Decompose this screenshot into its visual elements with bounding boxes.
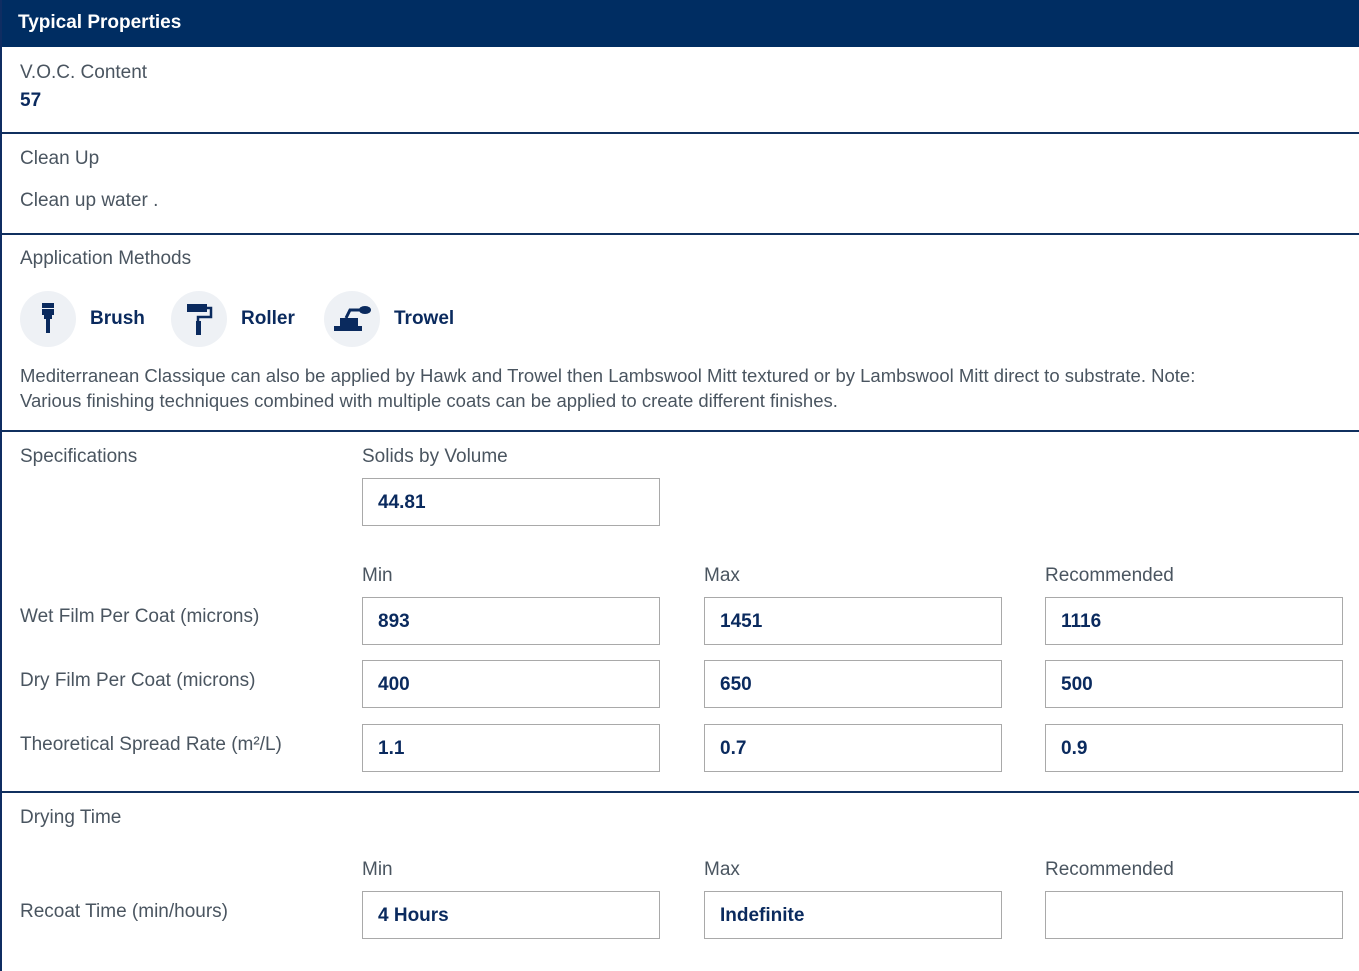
brush-icon: [20, 291, 76, 347]
spec-col-recommended: Recommended: [1045, 565, 1174, 586]
spec-row-label: Dry Film Per Coat (microns): [20, 670, 256, 691]
dry-film-min-field[interactable]: 400: [362, 660, 660, 708]
drying-col-max: Max: [704, 859, 740, 880]
spread-rate-recommended-field[interactable]: 0.9: [1045, 724, 1343, 772]
specifications-section: Specifications Solids by Volume 44.81 Mi…: [2, 430, 1359, 791]
method-trowel: Trowel: [324, 291, 454, 347]
spec-row-label: Wet Film Per Coat (microns): [20, 606, 260, 627]
spec-col-max: Max: [704, 565, 740, 586]
solids-field[interactable]: 44.81: [362, 478, 660, 526]
method-trowel-label: Trowel: [394, 308, 455, 329]
wet-film-min-field[interactable]: 893: [362, 597, 660, 645]
roller-icon: [171, 291, 227, 347]
drying-label: Drying Time: [20, 807, 122, 828]
solids-label: Solids by Volume: [362, 446, 508, 467]
recoat-max-field[interactable]: Indefinite: [704, 891, 1002, 939]
method-roller-label: Roller: [241, 308, 295, 329]
application-note: Mediterranean Classique can also be appl…: [20, 363, 1350, 413]
drying-col-recommended: Recommended: [1045, 859, 1174, 880]
spread-rate-max-field[interactable]: 0.7: [704, 724, 1002, 772]
recoat-time-label: Recoat Time (min/hours): [20, 901, 229, 922]
drying-section: Drying Time Min Max Recommended Recoat T…: [2, 791, 1359, 971]
method-brush-label: Brush: [90, 308, 145, 329]
voc-value: 57: [20, 90, 42, 111]
trowel-icon: [324, 291, 380, 347]
application-note-line2: Various finishing techniques combined wi…: [20, 390, 838, 411]
recoat-min-field[interactable]: 4 Hours: [362, 891, 660, 939]
recoat-recommended-field[interactable]: [1045, 891, 1343, 939]
cleanup-section: Clean Up Clean up water .: [2, 132, 1359, 233]
wet-film-recommended-field[interactable]: 1116: [1045, 597, 1343, 645]
specifications-label: Specifications: [20, 446, 138, 467]
cleanup-text: Clean up water .: [20, 190, 159, 211]
dry-film-max-field[interactable]: 650: [704, 660, 1002, 708]
spec-row-label: Theoretical Spread Rate (m²/L): [20, 734, 282, 755]
drying-col-min: Min: [362, 859, 393, 880]
cleanup-label: Clean Up: [20, 148, 100, 169]
application-section: Application Methods Brush Roller Trowel …: [2, 233, 1359, 430]
typical-properties-panel: Typical Properties V.O.C. Content 57 Cle…: [0, 0, 1359, 971]
voc-label: V.O.C. Content: [20, 62, 148, 83]
dry-film-recommended-field[interactable]: 500: [1045, 660, 1343, 708]
method-roller: Roller: [171, 291, 295, 347]
wet-film-max-field[interactable]: 1451: [704, 597, 1002, 645]
application-note-line1: Mediterranean Classique can also be appl…: [20, 365, 1196, 386]
spec-col-min: Min: [362, 565, 393, 586]
panel-header: Typical Properties: [2, 0, 1359, 47]
spread-rate-min-field[interactable]: 1.1: [362, 724, 660, 772]
method-brush: Brush: [20, 291, 145, 347]
application-label: Application Methods: [20, 248, 192, 269]
